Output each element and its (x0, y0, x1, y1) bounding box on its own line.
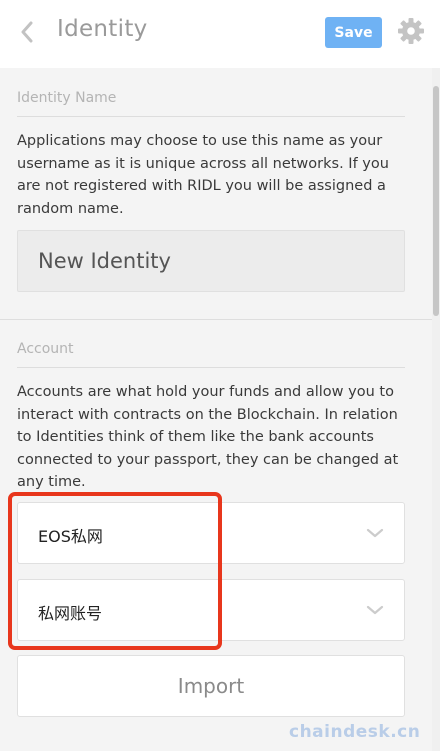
gear-icon (398, 18, 424, 44)
import-button[interactable]: Import (17, 655, 405, 717)
scrollbar-thumb[interactable] (433, 86, 439, 316)
chevron-left-icon (21, 21, 33, 43)
account-select-value: 私网账号 (38, 604, 103, 623)
account-section-title: Account (17, 341, 74, 357)
save-button[interactable]: Save (325, 17, 382, 48)
identity-name-description: Applications may choose to use this name… (17, 133, 389, 217)
account-select[interactable]: 私网账号 (17, 579, 405, 641)
watermark: chaindesk.cn (289, 722, 421, 742)
account-description: Accounts are what hold your funds and al… (17, 384, 399, 490)
settings-button[interactable] (397, 17, 425, 45)
identity-name-section-title: Identity Name (17, 90, 117, 106)
page-title: Identity (57, 16, 148, 42)
identity-name-input[interactable] (17, 230, 405, 292)
back-button[interactable] (15, 18, 39, 46)
chevron-down-icon (366, 605, 384, 615)
network-select[interactable]: EOS私网 (17, 502, 405, 564)
section-divider (0, 319, 432, 320)
section-rule (17, 367, 405, 368)
scrollbar[interactable] (432, 68, 440, 751)
network-select-value: EOS私网 (38, 527, 103, 546)
scroll-content: Identity Name Applications may choose to… (0, 68, 432, 751)
chevron-down-icon (366, 528, 384, 538)
header-bar: Identity Save (0, 0, 440, 68)
section-rule (17, 116, 405, 117)
